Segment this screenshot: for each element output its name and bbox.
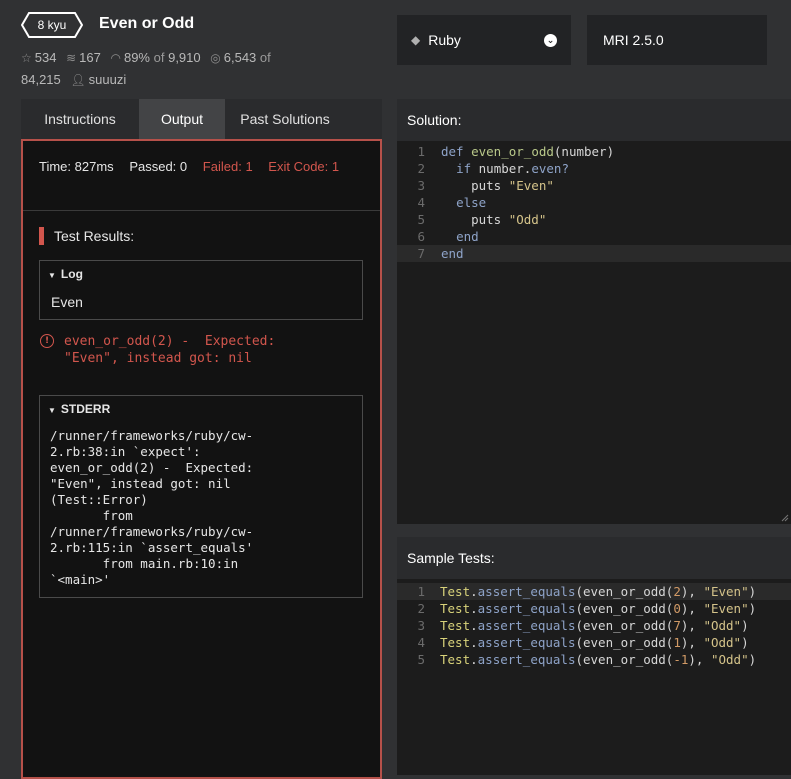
version-value: MRI 2.5.0 bbox=[603, 32, 664, 48]
stars-stat[interactable]: ☆ 534 bbox=[21, 50, 56, 65]
satisfaction-stat: ◠ 89% of 9,910 bbox=[110, 50, 201, 65]
stderr-output: /runner/frameworks/ruby/cw- 2.rb:38:in `… bbox=[50, 428, 254, 587]
collections-stat[interactable]: ≋ 167 bbox=[66, 50, 101, 65]
code-line: 4 else bbox=[417, 195, 487, 210]
star-icon: ☆ bbox=[21, 51, 32, 65]
passed-value: 0 bbox=[179, 159, 188, 174]
failed-assertion: ! even_or_odd(2) - Expected: "Even", ins… bbox=[40, 333, 360, 367]
tab-instructions[interactable]: Instructions bbox=[21, 99, 139, 139]
exit-code-value: 1 bbox=[331, 159, 340, 174]
output-panel: Time: 827ms Passed: 0 Failed: 1 Exit Cod… bbox=[21, 139, 382, 779]
kyu-rank-badge: 8 kyu bbox=[21, 12, 83, 38]
code-line: 3 Test.assert_equals(even_or_odd(7), "Odd… bbox=[417, 618, 749, 633]
solution-editor[interactable]: 1 def even_or_odd(number) 2 if number.eve… bbox=[397, 141, 791, 524]
caret-down-icon: ▼ bbox=[48, 271, 56, 280]
version-select[interactable]: MRI 2.5.0 bbox=[587, 15, 767, 65]
failed-label: Failed: bbox=[202, 159, 242, 174]
tab-past-solutions[interactable]: Past Solutions bbox=[225, 99, 345, 139]
completed-stat: ◎ 6,543 of bbox=[210, 50, 271, 65]
failed-value: 1 bbox=[245, 159, 253, 174]
solution-title: Solution: bbox=[407, 112, 462, 128]
chevron-down-icon: ⌄ bbox=[544, 33, 557, 47]
kata-stats: ☆ 534 ≋ 167 ◠ 89% of 9,910 ◎ 6,543 of 84,215… bbox=[21, 47, 321, 91]
kata-title: Even or Odd bbox=[99, 15, 195, 32]
code-line: 4 Test.assert_equals(even_or_odd(1), "Odd… bbox=[417, 635, 749, 650]
tab-bar: Instructions Output Past Solutions bbox=[21, 99, 382, 139]
stderr-toggle[interactable]: ▼ STDERR bbox=[48, 402, 110, 416]
time-label: Time: bbox=[39, 159, 72, 174]
code-line: 6 end bbox=[417, 229, 479, 244]
log-toggle[interactable]: ▼ Log bbox=[48, 267, 83, 281]
target-icon: ◎ bbox=[210, 51, 221, 65]
language-select[interactable]: ◆ Ruby ⌄ bbox=[397, 15, 571, 65]
sample-tests-header: Sample Tests: bbox=[397, 537, 791, 579]
user-icon: 👤︎ bbox=[70, 73, 86, 87]
code-line: 3 puts "Even" bbox=[417, 178, 554, 193]
caret-down-icon: ▼ bbox=[48, 406, 56, 415]
run-summary: Time: 827ms Passed: 0 Failed: 1 Exit Cod… bbox=[23, 141, 380, 211]
resize-grip-icon[interactable] bbox=[781, 514, 789, 522]
sample-tests-editor[interactable]: 1 Test.assert_equals(even_or_odd(2), "Eve… bbox=[397, 579, 791, 775]
kyu-label: 8 kyu bbox=[37, 18, 67, 32]
error-circle-icon: ! bbox=[40, 334, 54, 348]
eye-icon: ◠ bbox=[110, 51, 121, 65]
log-output: Even bbox=[51, 294, 83, 310]
exit-code-label: Exit Code: bbox=[268, 159, 329, 174]
tab-output[interactable]: Output bbox=[139, 99, 225, 139]
completed-total: 84,215 bbox=[21, 72, 61, 87]
solution-header: Solution: bbox=[397, 99, 791, 141]
time-value: 827ms bbox=[74, 159, 114, 174]
test-results-heading: Test Results: bbox=[39, 227, 134, 245]
log-block: ▼ Log Even bbox=[39, 260, 363, 320]
code-line: 2 if number.even? bbox=[417, 161, 569, 176]
sample-tests-title: Sample Tests: bbox=[407, 550, 495, 566]
passed-label: Passed: bbox=[129, 159, 177, 174]
stderr-block: ▼ STDERR /runner/frameworks/ruby/cw- 2.rb… bbox=[39, 395, 363, 598]
stack-icon: ≋ bbox=[66, 51, 77, 65]
code-line: 5 puts "Odd" bbox=[417, 212, 547, 227]
failed-assertion-text: even_or_odd(2) - Expected: "Even", inste… bbox=[64, 334, 276, 366]
language-value: Ruby bbox=[428, 32, 461, 48]
code-line: 1 def even_or_odd(number) bbox=[417, 144, 615, 159]
code-line-active: 7 end bbox=[397, 245, 791, 262]
code-line: 2 Test.assert_equals(even_or_odd(0), "Eve… bbox=[417, 601, 757, 616]
code-line-active: 1 Test.assert_equals(even_or_odd(2), "Eve… bbox=[397, 583, 791, 600]
code-line: 5 Test.assert_equals(even_or_odd(-1), "Od… bbox=[417, 652, 757, 667]
ruby-gem-icon: ◆ bbox=[411, 33, 421, 47]
author-link[interactable]: 👤︎ suuuzi bbox=[70, 72, 126, 87]
